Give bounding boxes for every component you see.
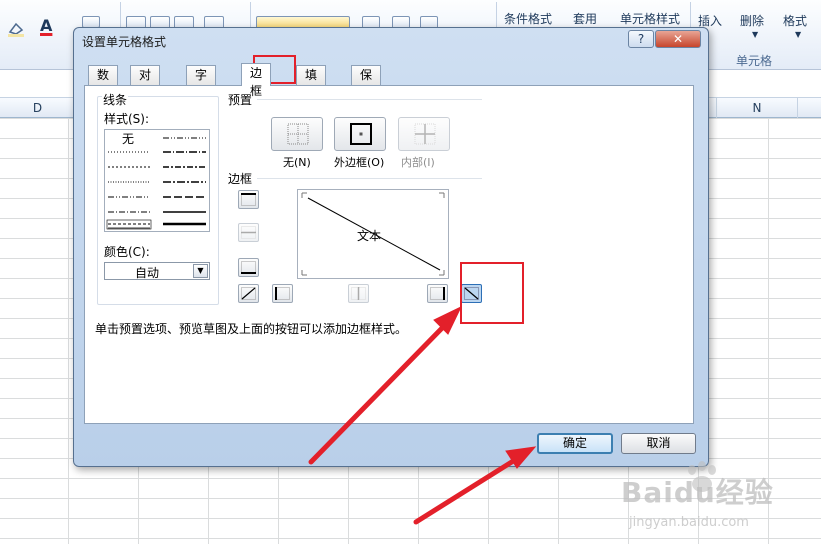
border-inside-vertical-button[interactable] (348, 284, 369, 303)
ok-button[interactable]: 确定 (537, 433, 613, 454)
watermark-url: jingyan.baidu.com (629, 515, 749, 530)
border-top-button[interactable] (238, 190, 259, 209)
line-color-value: 自动 (135, 266, 160, 280)
preset-inside-icon (414, 123, 436, 145)
preset-inside-button[interactable] (398, 117, 450, 151)
close-button[interactable]: ✕ (655, 30, 701, 48)
color-label: 颜色(C): (104, 245, 150, 259)
chevron-down-icon[interactable]: ▼ (795, 30, 801, 39)
watermark: Baidu经验 jingyan.baidu.com (611, 455, 819, 543)
cancel-button[interactable]: 取消 (621, 433, 696, 454)
chevron-down-icon[interactable]: ▼ (193, 264, 208, 278)
watermark-brand: Baidu经验 (621, 476, 774, 509)
border-left-button[interactable] (272, 284, 293, 303)
conditional-format-button[interactable]: 条件格式 (504, 10, 552, 27)
preset-inside-label: 内部(I) (401, 156, 435, 169)
border-inside-horizontal-button[interactable] (238, 223, 259, 242)
tab-alignment[interactable]: 对齐 (130, 65, 161, 100)
preset-none-button[interactable] (271, 117, 323, 151)
hint-text: 单击预置选项、预览草图及上面的按钮可以添加边框样式。 (95, 322, 408, 336)
line-color-select[interactable]: 自动 ▼ (104, 262, 210, 280)
border-divider (257, 178, 482, 179)
help-button[interactable]: ? (628, 30, 654, 48)
border-diagonal-up-button[interactable] (238, 284, 259, 303)
dialog-title: 设置单元格格式 (82, 35, 167, 49)
preset-none-label: 无(N) (283, 156, 311, 169)
border-right-button[interactable] (427, 284, 448, 303)
cells-group-label: 单元格 (736, 54, 773, 68)
apply-table-format-button[interactable]: 套用 (573, 10, 597, 27)
preset-outline-label: 外边框(O) (334, 156, 385, 169)
delete-button[interactable]: 删除 (740, 12, 764, 29)
border-bottom-button[interactable] (238, 258, 259, 277)
tab-number[interactable]: 数字 (88, 65, 119, 100)
line-style-list[interactable]: 无 (104, 129, 210, 232)
fill-color-icon[interactable] (6, 20, 24, 37)
border-tab-panel: 线条 样式(S): 无 颜色(C): 自动 ▼ 预置 无(N) 外边框(O) 内… (84, 85, 694, 424)
border-preview[interactable]: 文本 (297, 189, 449, 279)
line-section-label: 线条 (102, 91, 129, 108)
border-bottom-icon (241, 261, 256, 274)
tab-border[interactable]: 边框 (241, 63, 272, 98)
style-label: 样式(S): (104, 112, 150, 126)
column-header-d[interactable]: D (0, 98, 76, 118)
tab-font[interactable]: 字体 (186, 65, 217, 100)
font-color-button[interactable]: A (40, 16, 52, 35)
format-button[interactable]: 格式 (783, 12, 807, 29)
column-header-n[interactable]: N (716, 98, 798, 118)
font-color-letter: A (40, 16, 53, 35)
presets-section-label: 预置 (228, 93, 253, 107)
diagonal-button-highlight (460, 262, 524, 324)
preview-text: 文本 (357, 229, 382, 243)
preset-outline-button[interactable] (334, 117, 386, 151)
border-right-icon (430, 287, 445, 300)
border-top-icon (241, 193, 256, 206)
tab-protection[interactable]: 保护 (351, 65, 382, 100)
tab-fill[interactable]: 填充 (296, 65, 327, 100)
line-style-swatches[interactable] (105, 130, 209, 231)
border-diagonal-up-icon (241, 287, 256, 300)
border-left-icon (275, 287, 290, 300)
border-inside-horizontal-icon (241, 226, 256, 239)
presets-divider (257, 99, 482, 100)
format-cells-dialog: 设置单元格格式 ? ✕ 数字 对齐 字体 边框 填充 保护 线条 样式(S): … (73, 27, 709, 467)
border-section-label: 边框 (228, 172, 253, 186)
preset-outline-icon (350, 123, 372, 145)
chevron-down-icon[interactable]: ▼ (752, 30, 758, 39)
border-inside-vertical-icon (351, 287, 366, 300)
preset-none-icon (287, 123, 309, 145)
cell-styles-button[interactable]: 单元格样式 (620, 10, 680, 27)
